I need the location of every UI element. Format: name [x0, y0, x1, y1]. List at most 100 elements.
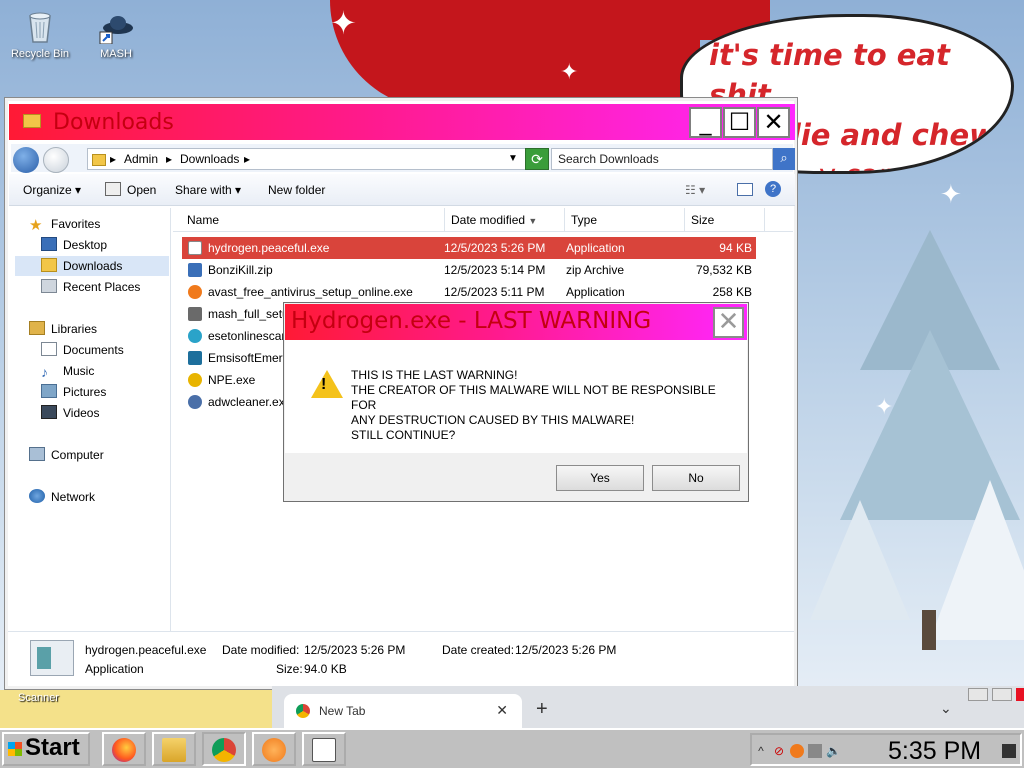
network-tray-icon[interactable] [808, 744, 822, 758]
maximize-button[interactable]: ☐ [723, 107, 756, 138]
nav-documents[interactable]: Documents [41, 340, 124, 360]
refresh-icon[interactable]: ⟳ [525, 148, 549, 170]
nav-videos[interactable]: Videos [41, 403, 99, 423]
documents-icon [41, 342, 57, 356]
file-row[interactable]: mash_full_setu [182, 303, 292, 325]
nav-libraries[interactable]: Libraries [29, 319, 97, 339]
warning-icon [311, 370, 343, 398]
help-icon[interactable]: ? [765, 181, 781, 197]
chevron-right-icon[interactable]: ▸ [244, 152, 250, 166]
file-row[interactable]: avast_free_antivirus_setup_online.exe 12… [182, 281, 756, 303]
taskbar-file-explorer[interactable] [152, 732, 196, 766]
dialog-title-bar[interactable]: Hydrogen.exe - LAST WARNING ✕ [285, 304, 747, 340]
taskbar-avast[interactable] [252, 732, 296, 766]
chevron-down-icon[interactable]: ▼ [508, 153, 518, 164]
desktop-icon-recycle-bin[interactable]: Recycle Bin [4, 8, 76, 60]
clock[interactable]: 5:35 PM [888, 737, 981, 766]
file-row[interactable]: BonziKill.zip 12/5/2023 5:14 PM zip Arch… [182, 259, 756, 281]
file-row[interactable]: EmsisoftEmerg [182, 347, 292, 369]
address-bar[interactable]: ▸ Admin ▸ Downloads ▸ ▼ [87, 148, 527, 170]
close-icon[interactable] [1016, 688, 1024, 701]
yes-button[interactable]: Yes [556, 465, 644, 491]
file-row[interactable]: adwcleaner.exe [182, 391, 292, 413]
file-row[interactable]: NPE.exe [182, 369, 292, 391]
tab-search-chevron-icon[interactable]: ⌄ [940, 700, 952, 717]
column-size[interactable]: Size [685, 208, 765, 232]
show-desktop-icon[interactable] [1002, 744, 1016, 758]
warning-exclamation: ! [321, 376, 327, 393]
file-type: Application [566, 241, 625, 255]
file-size: 258 KB [712, 285, 752, 299]
chrome-tab[interactable]: New Tab ✕ [284, 694, 522, 728]
explorer-title-bar[interactable]: Downloads _ ☐ ✕ [9, 104, 795, 140]
file-size: 94 KB [719, 241, 752, 255]
no-button[interactable]: No [652, 465, 740, 491]
start-button[interactable]: Start [2, 732, 90, 766]
file-size: 79,532 KB [695, 263, 752, 277]
nav-downloads[interactable]: Downloads [15, 256, 169, 276]
volume-icon[interactable]: 🔈 [826, 744, 841, 758]
details-file-name: hydrogen.peaceful.exe [85, 643, 207, 657]
desktop-icon-mash[interactable]: MASH [80, 8, 152, 60]
command-bar: Organize ▾ Open Share with ▾ New folder … [9, 174, 795, 206]
nav-pictures[interactable]: Pictures [41, 382, 106, 402]
details-size-value: 94.0 KB [304, 662, 347, 676]
action-center-icon[interactable]: ⊘ [772, 744, 786, 758]
minimize-button[interactable]: _ [689, 107, 722, 138]
breadcrumb-downloads[interactable]: Downloads [180, 152, 239, 166]
nav-network[interactable]: Network [29, 487, 95, 507]
taskbar: Start ^ ⊘ 🔈 5:35 PM [0, 728, 1024, 768]
computer-icon [29, 447, 45, 461]
dialog-close-button[interactable]: ✕ [713, 307, 744, 338]
taskbar-firefox[interactable] [102, 732, 146, 766]
file-row[interactable]: esetonlinescar [182, 325, 292, 347]
organize-button[interactable]: Organize ▾ [23, 183, 81, 197]
address-row: ▸ Admin ▸ Downloads ▸ ▼ ⟳ Search Downloa… [11, 144, 795, 173]
back-button[interactable] [13, 147, 39, 173]
downloads-folder-icon [41, 258, 57, 272]
breadcrumb-admin[interactable]: Admin [124, 152, 158, 166]
new-tab-button[interactable]: + [536, 698, 548, 721]
search-input[interactable]: Search Downloads [551, 148, 773, 170]
restore-icon[interactable] [992, 688, 1012, 701]
column-name[interactable]: Name [181, 208, 445, 232]
nav-favorites[interactable]: ★ Favorites [29, 214, 100, 234]
chevron-right-icon[interactable]: ▸ [166, 152, 172, 166]
nav-music[interactable]: ♪ Music [41, 361, 94, 381]
eset-icon [188, 329, 202, 343]
nav-desktop[interactable]: Desktop [41, 235, 107, 255]
minimize-icon[interactable] [968, 688, 988, 701]
details-created-label: Date created: [442, 643, 515, 657]
new-folder-button[interactable]: New folder [268, 183, 325, 197]
nav-recent-places[interactable]: Recent Places [41, 277, 140, 297]
close-button[interactable]: ✕ [757, 107, 790, 138]
nav-computer[interactable]: Computer [29, 445, 104, 465]
column-date-modified[interactable]: Date modified ▼ [445, 208, 565, 232]
npe-icon [188, 373, 202, 387]
desktop-icon-label: Recycle Bin [10, 48, 70, 60]
avast-tray-icon[interactable] [790, 744, 804, 758]
file-list-header: Name Date modified ▼ Type Size [173, 208, 793, 232]
view-options-icon[interactable]: ☷ ▾ [685, 183, 705, 197]
share-with-button[interactable]: Share with ▾ [175, 183, 241, 197]
column-type[interactable]: Type [565, 208, 685, 232]
search-icon[interactable]: ⌕ [773, 148, 795, 170]
file-explorer-icon [162, 738, 186, 762]
details-created-value: 12/5/2023 5:26 PM [515, 643, 617, 657]
preview-pane-icon[interactable] [737, 183, 753, 196]
wallpaper-tree-trunk [922, 610, 936, 650]
dialog-title: Hydrogen.exe - LAST WARNING [291, 308, 652, 334]
close-tab-icon[interactable]: ✕ [496, 702, 508, 719]
snowflake-icon: ✦ [330, 4, 357, 42]
chevron-right-icon[interactable]: ▸ [110, 152, 116, 166]
adwcleaner-icon [188, 395, 202, 409]
taskbar-chrome[interactable] [202, 732, 246, 766]
open-button[interactable]: Open [127, 183, 156, 197]
details-file-type: Application [85, 662, 144, 676]
show-hidden-icons-icon[interactable]: ^ [754, 744, 768, 758]
setup-file-icon [188, 307, 202, 321]
forward-button[interactable] [43, 147, 69, 173]
taskbar-program[interactable] [302, 732, 346, 766]
snowflake-icon: ✦ [940, 180, 962, 210]
file-row[interactable]: hydrogen.peaceful.exe 12/5/2023 5:26 PM … [182, 237, 756, 259]
